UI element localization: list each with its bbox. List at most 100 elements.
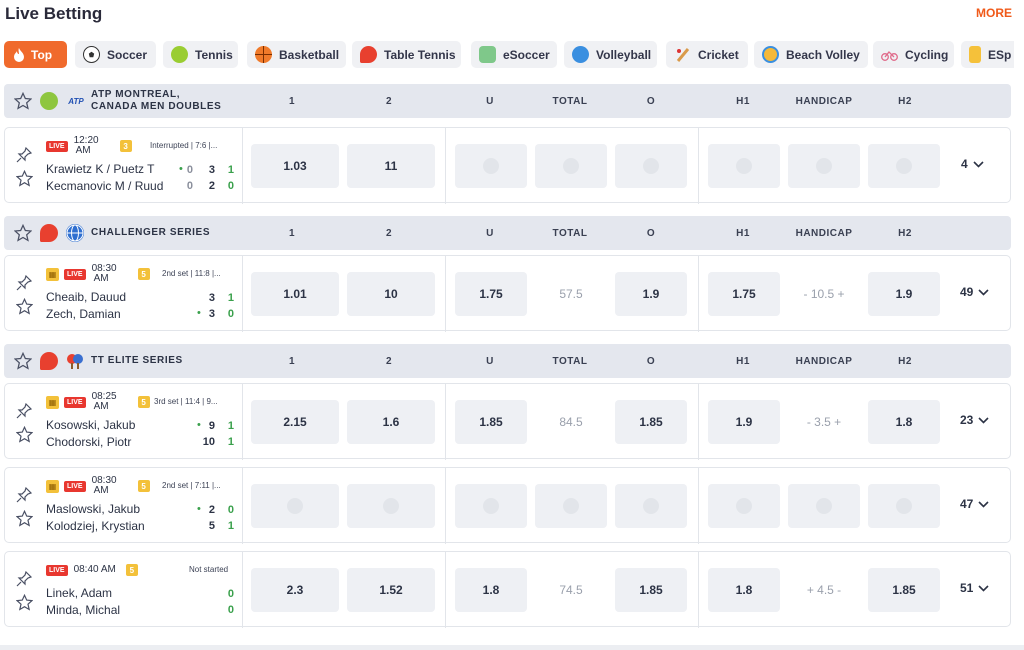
odd-h2[interactable]: 1.9 — [868, 272, 940, 316]
lock-icon — [896, 498, 912, 514]
divider — [445, 128, 446, 204]
col-header-h2: H2 — [898, 356, 912, 367]
more-markets-button[interactable]: 4 — [961, 157, 984, 171]
stats-icon[interactable]: ▦ — [46, 267, 59, 281]
table-tennis-icon — [360, 46, 377, 63]
tab-soccer[interactable]: Soccer — [75, 41, 156, 68]
col-header-1: 1 — [288, 228, 296, 239]
star-icon[interactable] — [16, 170, 33, 187]
score-away-set1: 0 — [186, 180, 193, 192]
odd-over-locked — [615, 484, 687, 528]
odd-over[interactable]: 1.85 — [615, 400, 687, 444]
odd-h2[interactable]: 1.8 — [868, 400, 940, 444]
odd-h2[interactable]: 1.85 — [868, 568, 940, 612]
score-home-set2: 3 — [208, 164, 215, 176]
odd-under[interactable]: 1.8 — [455, 568, 527, 612]
lock-icon — [816, 158, 832, 174]
odd-h1[interactable]: 1.9 — [708, 400, 780, 444]
tab-top[interactable]: Top — [4, 41, 67, 68]
tab-volleyball[interactable]: Volleyball — [564, 41, 657, 68]
odd-h1[interactable]: 1.8 — [708, 568, 780, 612]
atp-logo-icon: ATP — [68, 96, 84, 106]
stats-icon[interactable]: ▦ — [46, 395, 59, 409]
odd-h1[interactable]: 1.75 — [708, 272, 780, 316]
event-row[interactable]: ▦ LIVE 08:30 AM 5 2nd set | 7:11 |... Mas… — [4, 467, 1011, 544]
odd-over[interactable]: 1.85 — [615, 568, 687, 612]
tab-label: Cycling — [905, 47, 949, 62]
col-header-over: O — [646, 96, 656, 107]
league-header: CHALLENGER SERIES 1 2 U TOTAL O H1 HANDI… — [4, 216, 1011, 250]
tab-label: Tennis — [195, 47, 233, 62]
score-away-set3: 1 — [227, 436, 234, 448]
stats-icon[interactable]: ▦ — [46, 479, 59, 493]
odd-1[interactable]: 2.15 — [251, 400, 339, 444]
star-icon[interactable] — [16, 510, 33, 527]
table-tennis-icon — [40, 352, 58, 370]
odd-2[interactable]: 1.52 — [347, 568, 435, 612]
esoccer-icon — [479, 46, 496, 63]
pin-icon[interactable] — [16, 403, 32, 419]
divider — [445, 384, 446, 460]
team-home: Maslowski, Jakub — [46, 502, 141, 516]
tab-tennis[interactable]: Tennis — [163, 41, 238, 68]
odd-2[interactable]: 1.6 — [347, 400, 435, 444]
page-title: Live Betting — [5, 4, 103, 23]
odd-under[interactable]: 1.75 — [455, 272, 527, 316]
league-name: TT ELITE SERIES — [91, 355, 183, 366]
set-badge: 5 — [137, 480, 150, 492]
event-row[interactable]: ▦ LIVE 08:25 AM 5 3rd set | 11:4 | 9... K… — [4, 383, 1011, 460]
score-away-set3: 0 — [227, 308, 234, 320]
event-row[interactable]: LIVE 08:40 AM 5 Not started Linek, Adam … — [4, 551, 1011, 628]
event-row[interactable]: ▦ LIVE 08:30 AM 5 2nd set | 11:8 |... Che… — [4, 255, 1011, 332]
more-link[interactable]: MORE — [976, 6, 1012, 20]
tab-beach-volley[interactable]: Beach Volley — [754, 41, 868, 68]
lock-icon — [896, 158, 912, 174]
col-header-under: U — [486, 96, 494, 107]
star-icon[interactable] — [16, 594, 33, 611]
lock-icon — [643, 158, 659, 174]
event-time: 08:30 AM — [91, 475, 117, 496]
more-markets-button[interactable]: 49 — [960, 285, 989, 299]
pin-icon[interactable] — [16, 147, 32, 163]
odd-1[interactable]: 2.3 — [251, 568, 339, 612]
tab-cricket[interactable]: Cricket — [666, 41, 748, 68]
odd-2[interactable]: 10 — [347, 272, 435, 316]
score-home-set3: 0 — [227, 504, 234, 516]
league-name: ATP MONTREAL, CANADA MEN DOUBLES — [91, 89, 221, 113]
tab-basketball[interactable]: Basketball — [247, 41, 346, 68]
total-line: 74.5 — [559, 583, 583, 597]
pin-icon[interactable] — [16, 275, 32, 291]
score-home-set3: 1 — [227, 164, 234, 176]
section-header: Live Betting MORE — [0, 0, 1024, 30]
pin-icon[interactable] — [16, 487, 32, 503]
star-icon[interactable] — [16, 426, 33, 443]
more-markets-button[interactable]: 51 — [960, 581, 989, 595]
odd-1[interactable]: 1.03 — [251, 144, 339, 188]
pin-icon[interactable] — [16, 571, 32, 587]
star-icon[interactable] — [14, 352, 32, 370]
live-badge: LIVE — [64, 480, 86, 492]
odd-2[interactable]: 11 — [347, 144, 435, 188]
star-icon[interactable] — [14, 92, 32, 110]
col-header-h2: H2 — [898, 228, 912, 239]
more-markets-button[interactable]: 47 — [960, 497, 989, 511]
odd-under[interactable]: 1.85 — [455, 400, 527, 444]
odd-1[interactable]: 1.01 — [251, 272, 339, 316]
odd-over[interactable]: 1.9 — [615, 272, 687, 316]
tab-cycling[interactable]: Cycling — [873, 41, 954, 68]
tab-table-tennis[interactable]: Table Tennis — [352, 41, 461, 68]
tab-esports[interactable]: ESp — [961, 41, 1014, 68]
divider — [698, 384, 699, 460]
tab-esoccer[interactable]: eSoccer — [471, 41, 557, 68]
odd-over-locked — [615, 144, 687, 188]
team-home: Kosowski, Jakub — [46, 418, 136, 432]
star-icon[interactable] — [14, 224, 32, 242]
lock-icon — [816, 498, 832, 514]
tab-label: Cricket — [698, 47, 739, 62]
col-header-handicap: HANDICAP — [795, 96, 853, 107]
more-markets-button[interactable]: 23 — [960, 413, 989, 427]
event-row[interactable]: LIVE 12:20 AM 3 Interrupted | 7:6 |... Kr… — [4, 127, 1011, 204]
match-status: Not started — [189, 565, 229, 574]
star-icon[interactable] — [16, 298, 33, 315]
col-header-h1: H1 — [736, 228, 750, 239]
